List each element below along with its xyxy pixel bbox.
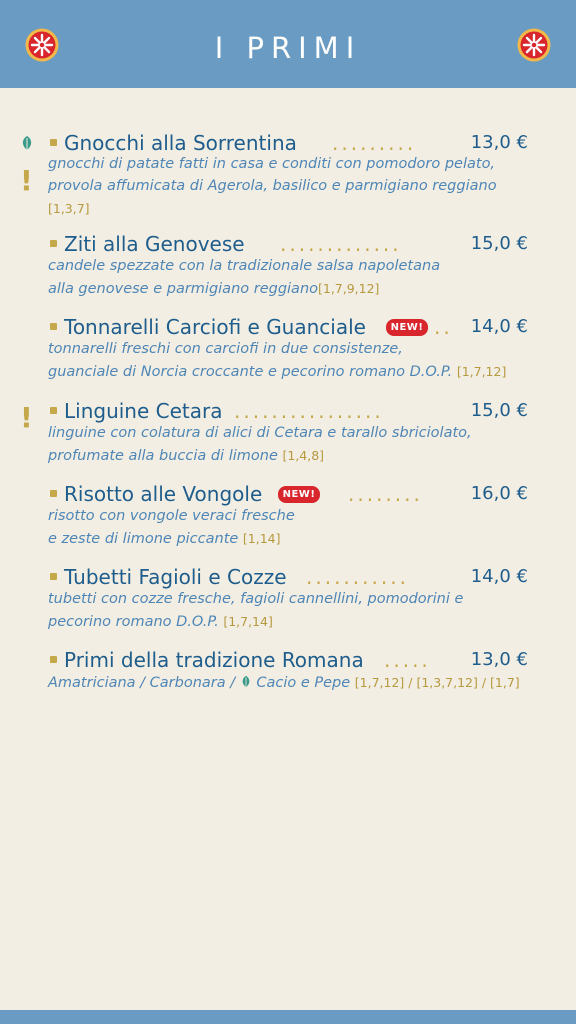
new-badge: NEW! — [386, 319, 428, 336]
dish-price: 13,0 € — [470, 132, 528, 153]
menu-item: ! Linguine Cetara ................ 15,0 … — [0, 397, 576, 467]
pizza-wheel-logo-icon — [517, 28, 551, 62]
menu-item: Risotto alle Vongole NEW! ........ 16,0 … — [0, 480, 576, 550]
footer-bar — [0, 1010, 576, 1024]
allergen-list: [1,4,8] — [282, 448, 325, 463]
menu-item: Tonnarelli Carciofi e Guanciale NEW! .. … — [0, 313, 576, 383]
allergen-list: [1,14] — [242, 531, 281, 546]
dot-leader: ..... — [384, 648, 431, 672]
dish-price: 14,0 € — [470, 566, 528, 587]
dot-leader: .. — [434, 315, 453, 339]
dish-description: tubetti con cozze fresche, fagioli canne… — [48, 591, 464, 607]
menu-item: Primi della tradizione Romana ..... 13,0… — [0, 646, 576, 696]
bullet — [50, 323, 57, 330]
dot-leader: ......... — [332, 131, 417, 155]
menu-item: Tubetti Fagioli e Cozze ........... 14,0… — [0, 563, 576, 633]
dot-leader: ........... — [306, 565, 409, 589]
dish-description: alla genovese e parmigiano reggiano[1,7,… — [48, 281, 380, 297]
dish-name: Risotto alle Vongole — [64, 482, 263, 506]
dish-description: provola affumicata di Agerola, basilico … — [48, 178, 497, 194]
leaf-icon — [242, 675, 250, 688]
bullet — [50, 656, 57, 663]
bullet — [50, 407, 57, 414]
allergen-list: [1,3,7] — [48, 201, 90, 216]
bullet — [50, 240, 57, 247]
dish-description: candele spezzate con la tradizionale sal… — [48, 258, 441, 274]
dish-name: Gnocchi alla Sorrentina — [64, 131, 297, 155]
allergen-list: [1,7,14] — [223, 614, 273, 629]
dish-description: tonnarelli freschi con carciofi in due c… — [48, 341, 403, 357]
dot-leader: ............. — [280, 232, 402, 256]
dish-description: gnocchi di patate fatti in casa e condit… — [48, 156, 496, 172]
allergen-list: [1,7,12] — [456, 364, 507, 379]
dish-description: e zeste di limone piccante [1,14] — [48, 531, 281, 547]
dish-description: risotto con vongole veraci fresche — [48, 508, 295, 524]
bullet — [50, 573, 57, 580]
dish-description: profumate alla buccia di limone [1,4,8] — [48, 448, 325, 464]
leaf-icon — [22, 136, 32, 150]
dish-description: Amatriciana / Carbonara / Cacio e Pepe [… — [48, 675, 520, 691]
allergen-list: [1,7,9,12] — [318, 281, 380, 296]
new-badge: NEW! — [278, 486, 320, 503]
dish-description: guanciale di Norcia croccante e pecorino… — [48, 364, 507, 380]
bullet — [50, 139, 57, 146]
dish-price: 15,0 € — [470, 233, 528, 254]
bullet — [50, 490, 57, 497]
dish-price: 16,0 € — [470, 483, 528, 504]
header-bar: I PRIMI — [0, 0, 576, 88]
dish-name: Primi della tradizione Romana — [64, 648, 364, 672]
menu-item: Ziti alla Genovese ............. 15,0 € … — [0, 230, 576, 300]
dish-name: Tonnarelli Carciofi e Guanciale — [64, 315, 366, 339]
warning-icon: ! — [20, 164, 33, 197]
dish-name: Linguine Cetara — [64, 399, 223, 423]
dot-leader: ................ — [234, 399, 384, 423]
dish-price: 14,0 € — [470, 316, 528, 337]
warning-icon: ! — [20, 401, 33, 434]
dish-price: 15,0 € — [470, 400, 528, 421]
dish-description: pecorino romano D.O.P. [1,7,14] — [48, 614, 273, 630]
dish-price: 13,0 € — [470, 649, 528, 670]
dish-name: Ziti alla Genovese — [64, 232, 245, 256]
dish-name: Tubetti Fagioli e Cozze — [64, 565, 287, 589]
menu-item: ! Gnocchi alla Sorrentina ......... 13,0… — [0, 129, 576, 219]
dot-leader: ........ — [348, 482, 423, 506]
page-title: I PRIMI — [214, 31, 362, 65]
allergen-list: [1,7,12] / [1,3,7,12] / [1,7] — [354, 675, 520, 690]
dish-description: linguine con colatura di alici di Cetara… — [48, 425, 472, 441]
